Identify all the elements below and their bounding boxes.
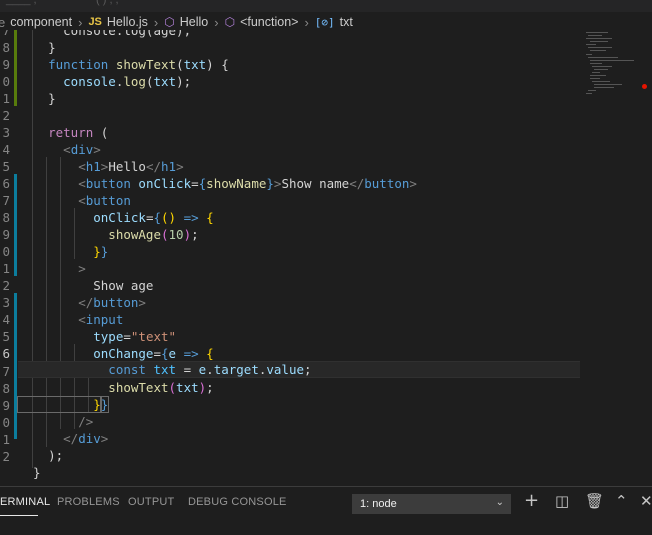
minimap[interactable] [580, 30, 648, 100]
line-number: 0 [2, 74, 10, 89]
code-line: <input [18, 312, 124, 327]
code-line: }} [17, 396, 110, 413]
code-line: <button [18, 193, 131, 208]
code-line: type="text" [18, 329, 177, 344]
line-number: 2 [2, 278, 10, 293]
breadcrumb-folder[interactable]: e component [0, 15, 72, 30]
line-number: 4 [2, 312, 10, 327]
line-number: 0 [2, 415, 10, 430]
plus-icon[interactable]: + [524, 492, 539, 510]
diff-modified-marker [14, 30, 17, 106]
line-number: 0 [2, 244, 10, 259]
tab-output[interactable]: OUTPUT [128, 496, 174, 508]
breadcrumb-function[interactable]: ⬡ <function> [225, 15, 299, 29]
diff-added-marker [14, 174, 17, 276]
line-number: 2 [2, 449, 10, 464]
chevron-right-icon: › [78, 14, 83, 30]
code-line: <h1>Hello</h1> [18, 159, 184, 174]
line-number: 9 [2, 398, 10, 413]
code-editor[interactable]: 7 8 9 0 1 2 3 4 5 6 7 8 9 0 1 2 3 4 5 6 7 8 9 0 1 2 console.log(a… [0, 30, 652, 485]
line-number: 9 [2, 227, 10, 242]
tab-problems[interactable]: PROBLEMS [57, 496, 120, 508]
code-line: }} [18, 244, 109, 259]
split-icon[interactable]: ◫ [555, 492, 569, 510]
breadcrumb-file[interactable]: JS Hello.js [88, 15, 147, 29]
code-line: showText(txt); [18, 380, 214, 395]
code-line: onChange={e => { [18, 346, 214, 361]
line-number: 6 [2, 346, 10, 361]
code-line-current: const txt = e.target.value; [18, 361, 580, 378]
code-line: </button> [18, 295, 146, 310]
code-line: > [18, 261, 86, 276]
trash-icon[interactable]: 🗑 [585, 492, 604, 510]
chevron-down-icon: ⌄ [495, 497, 504, 508]
breadcrumb: e component › JS Hello.js › ⬡ Hello › ⬡ … [0, 12, 652, 32]
tab-terminal[interactable]: ERMINAL [0, 496, 50, 508]
line-number-gutter: 7 8 9 0 1 2 3 4 5 6 7 8 9 0 1 2 3 4 5 6 7 8 9 0 1 2 [0, 30, 12, 485]
js-file-icon: JS [88, 16, 102, 28]
code-line: } [18, 465, 41, 480]
code-line: Show age [18, 278, 154, 293]
line-number: 3 [2, 295, 10, 310]
chevron-right-icon: › [153, 14, 159, 30]
line-number: 2 [2, 108, 10, 123]
cube-icon: ⬡ [224, 15, 236, 29]
code-line: </div> [18, 431, 109, 446]
breadcrumb-component[interactable]: ⬡ Hello [164, 15, 208, 29]
diff-added-marker [14, 293, 17, 439]
close-icon[interactable]: ✕ [640, 492, 652, 510]
code-line: /> [18, 414, 94, 429]
line-number: 3 [2, 125, 10, 140]
code-line: <button onClick={showName}>Show name</bu… [18, 176, 417, 191]
line-number: 5 [2, 159, 10, 174]
code-line: console.log(age); [18, 30, 192, 38]
bottom-panel: ERMINAL PROBLEMS OUTPUT DEBUG CONSOLE 1:… [0, 486, 652, 535]
code-line: } [18, 40, 56, 55]
line-number: 8 [2, 40, 10, 55]
active-tab-indicator [0, 515, 38, 516]
chevron-up-icon[interactable]: ⌃ [615, 492, 628, 510]
line-number: 9 [2, 57, 10, 72]
line-number: 7 [2, 193, 10, 208]
code-line: return ( [18, 125, 109, 140]
code-line: showAge(10); [18, 227, 199, 242]
code-line: } [18, 91, 56, 106]
code-line: <div> [18, 142, 101, 157]
code-area[interactable]: console.log(age); } function showText(tx… [17, 30, 580, 485]
editor-tab-strip: ____ , ( ) , , [0, 0, 652, 12]
line-number: 6 [2, 176, 10, 191]
line-number: 1 [2, 432, 10, 447]
line-number: 1 [2, 261, 10, 276]
terminal-select[interactable]: 1: node ⌄ [352, 494, 511, 514]
breadcrumb-variable[interactable]: [⊘] txt [315, 15, 353, 29]
line-number: 1 [2, 91, 10, 106]
variable-icon: [⊘] [314, 15, 335, 29]
chevron-right-icon: › [214, 14, 219, 30]
line-number: 7 [2, 364, 10, 379]
chevron-right-icon: › [304, 14, 309, 30]
line-number: 8 [2, 210, 10, 225]
line-number: 7 [2, 30, 10, 38]
line-number: 4 [2, 142, 10, 157]
code-line: ); [18, 448, 64, 463]
code-line: function showText(txt) { [18, 57, 229, 72]
error-marker [642, 84, 647, 89]
cube-icon: ⬡ [164, 15, 175, 29]
line-number: 5 [2, 329, 10, 344]
tab-debug-console[interactable]: DEBUG CONSOLE [188, 496, 287, 508]
line-number: 8 [2, 381, 10, 396]
code-line: console.log(txt); [18, 74, 192, 89]
code-line: onClick={() => { [18, 210, 214, 225]
